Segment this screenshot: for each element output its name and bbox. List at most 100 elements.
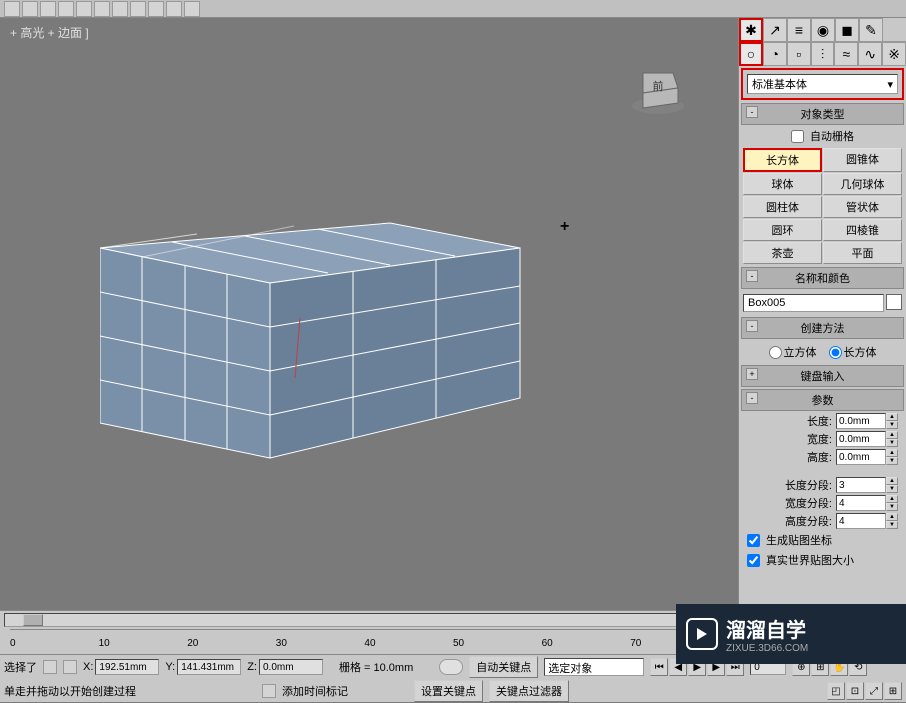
create-tab[interactable]: ✱: [739, 18, 763, 42]
tool-icon[interactable]: [22, 1, 38, 17]
spinner-down-icon[interactable]: ▼: [886, 439, 898, 447]
geometry-tab[interactable]: ○: [739, 42, 763, 66]
geosphere-button[interactable]: 几何球体: [823, 173, 902, 195]
object-color-swatch[interactable]: [886, 294, 902, 310]
gen-uv-checkbox[interactable]: [747, 534, 760, 547]
create-method-header[interactable]: - 创建方法: [741, 317, 904, 339]
z-input[interactable]: [259, 659, 323, 675]
autokey-button[interactable]: 自动关键点: [469, 656, 538, 678]
params-header[interactable]: - 参数: [741, 389, 904, 411]
cube-radio-option[interactable]: 立方体: [769, 344, 817, 360]
cylinder-button[interactable]: 圆柱体: [743, 196, 822, 218]
cameras-tab[interactable]: ⫶: [811, 42, 835, 66]
collapse-icon[interactable]: -: [746, 106, 758, 118]
spinner-up-icon[interactable]: ▲: [886, 431, 898, 439]
tag-icon[interactable]: [262, 684, 276, 698]
length-spinner[interactable]: ▲▼: [836, 413, 898, 429]
key-toggle-icon[interactable]: [439, 659, 463, 675]
tool-icon[interactable]: [112, 1, 128, 17]
setkey-button[interactable]: 设置关键点: [414, 680, 483, 702]
lseg-spinner[interactable]: ▲▼: [836, 477, 898, 493]
tool-icon[interactable]: [58, 1, 74, 17]
box-object[interactable]: [100, 198, 530, 468]
sphere-button[interactable]: 球体: [743, 173, 822, 195]
viewcube[interactable]: 前: [628, 58, 688, 118]
hseg-spinner[interactable]: ▲▼: [836, 513, 898, 529]
spinner-down-icon[interactable]: ▼: [886, 457, 898, 465]
height-input[interactable]: [836, 449, 886, 465]
lights-tab[interactable]: ▫: [787, 42, 811, 66]
selection-dropdown[interactable]: 选定对象: [544, 658, 644, 676]
tool-icon[interactable]: [148, 1, 164, 17]
spinner-up-icon[interactable]: ▲: [886, 449, 898, 457]
spinner-up-icon[interactable]: ▲: [886, 413, 898, 421]
lock-icon[interactable]: [43, 660, 57, 674]
pyramid-button[interactable]: 四棱锥: [823, 219, 902, 241]
spinner-down-icon[interactable]: ▼: [886, 521, 898, 529]
expand-icon[interactable]: +: [746, 368, 758, 380]
utilities-tab[interactable]: ✎: [859, 18, 883, 42]
time-thumb[interactable]: [23, 614, 43, 626]
length-input[interactable]: [836, 413, 886, 429]
width-spinner[interactable]: ▲▼: [836, 431, 898, 447]
spinner-down-icon[interactable]: ▼: [886, 503, 898, 511]
hierarchy-tab[interactable]: ≡: [787, 18, 811, 42]
nav-icon[interactable]: ◰: [827, 682, 845, 700]
keyfilter-button[interactable]: 关键点过滤器: [489, 680, 569, 702]
spinner-up-icon[interactable]: ▲: [886, 495, 898, 503]
height-spinner[interactable]: ▲▼: [836, 449, 898, 465]
collapse-icon[interactable]: -: [746, 392, 758, 404]
tool-icon[interactable]: [184, 1, 200, 17]
tool-icon[interactable]: [130, 1, 146, 17]
shapes-tab[interactable]: ◔: [763, 42, 787, 66]
box-button[interactable]: 长方体: [743, 148, 822, 172]
x-input[interactable]: [95, 659, 159, 675]
lseg-input[interactable]: [836, 477, 886, 493]
object-type-header[interactable]: - 对象类型: [741, 103, 904, 125]
tube-button[interactable]: 管状体: [823, 196, 902, 218]
y-input[interactable]: [177, 659, 241, 675]
systems-tab[interactable]: ※: [882, 42, 906, 66]
box-radio-option[interactable]: 长方体: [829, 344, 877, 360]
tool-icon[interactable]: [94, 1, 110, 17]
tool-icon[interactable]: [40, 1, 56, 17]
motion-tab[interactable]: ◉: [811, 18, 835, 42]
cube-radio[interactable]: [769, 346, 782, 359]
collapse-icon[interactable]: -: [746, 320, 758, 332]
collapse-icon[interactable]: -: [746, 270, 758, 282]
tool-icon[interactable]: [166, 1, 182, 17]
spinner-down-icon[interactable]: ▼: [886, 485, 898, 493]
nav-icon[interactable]: ⊞: [884, 682, 902, 700]
width-input[interactable]: [836, 431, 886, 447]
spinner-down-icon[interactable]: ▼: [886, 421, 898, 429]
cone-button[interactable]: 圆锥体: [823, 148, 902, 172]
spinner-up-icon[interactable]: ▲: [886, 477, 898, 485]
tool-icon[interactable]: [76, 1, 92, 17]
wseg-spinner[interactable]: ▲▼: [836, 495, 898, 511]
hseg-input[interactable]: [836, 513, 886, 529]
display-tab[interactable]: ◼: [835, 18, 859, 42]
autogrid-checkbox[interactable]: [791, 130, 804, 143]
add-tag-label[interactable]: 添加时间标记: [282, 683, 348, 699]
goto-start-icon[interactable]: ⏮: [650, 658, 668, 676]
helpers-tab[interactable]: ≈: [834, 42, 858, 66]
object-name-input[interactable]: Box005: [743, 294, 884, 312]
nav-icon[interactable]: ⊡: [846, 682, 864, 700]
plane-button[interactable]: 平面: [823, 242, 902, 264]
modify-tab[interactable]: ↗: [763, 18, 787, 42]
name-color-header[interactable]: - 名称和颜色: [741, 267, 904, 289]
torus-button[interactable]: 圆环: [743, 219, 822, 241]
category-dropdown[interactable]: 标准基本体 ▾: [747, 74, 898, 94]
keyboard-input-header[interactable]: + 键盘输入: [741, 365, 904, 387]
coord-icon[interactable]: [63, 660, 77, 674]
wseg-input[interactable]: [836, 495, 886, 511]
teapot-button[interactable]: 茶壶: [743, 242, 822, 264]
viewport-label[interactable]: + 高光 + 边面 ]: [10, 24, 89, 41]
box-radio[interactable]: [829, 346, 842, 359]
nav-icon[interactable]: ⤢: [865, 682, 883, 700]
realworld-checkbox[interactable]: [747, 554, 760, 567]
viewport[interactable]: + 高光 + 边面 ]: [0, 18, 738, 610]
spinner-up-icon[interactable]: ▲: [886, 513, 898, 521]
spacewarps-tab[interactable]: ∿: [858, 42, 882, 66]
tool-icon[interactable]: [4, 1, 20, 17]
